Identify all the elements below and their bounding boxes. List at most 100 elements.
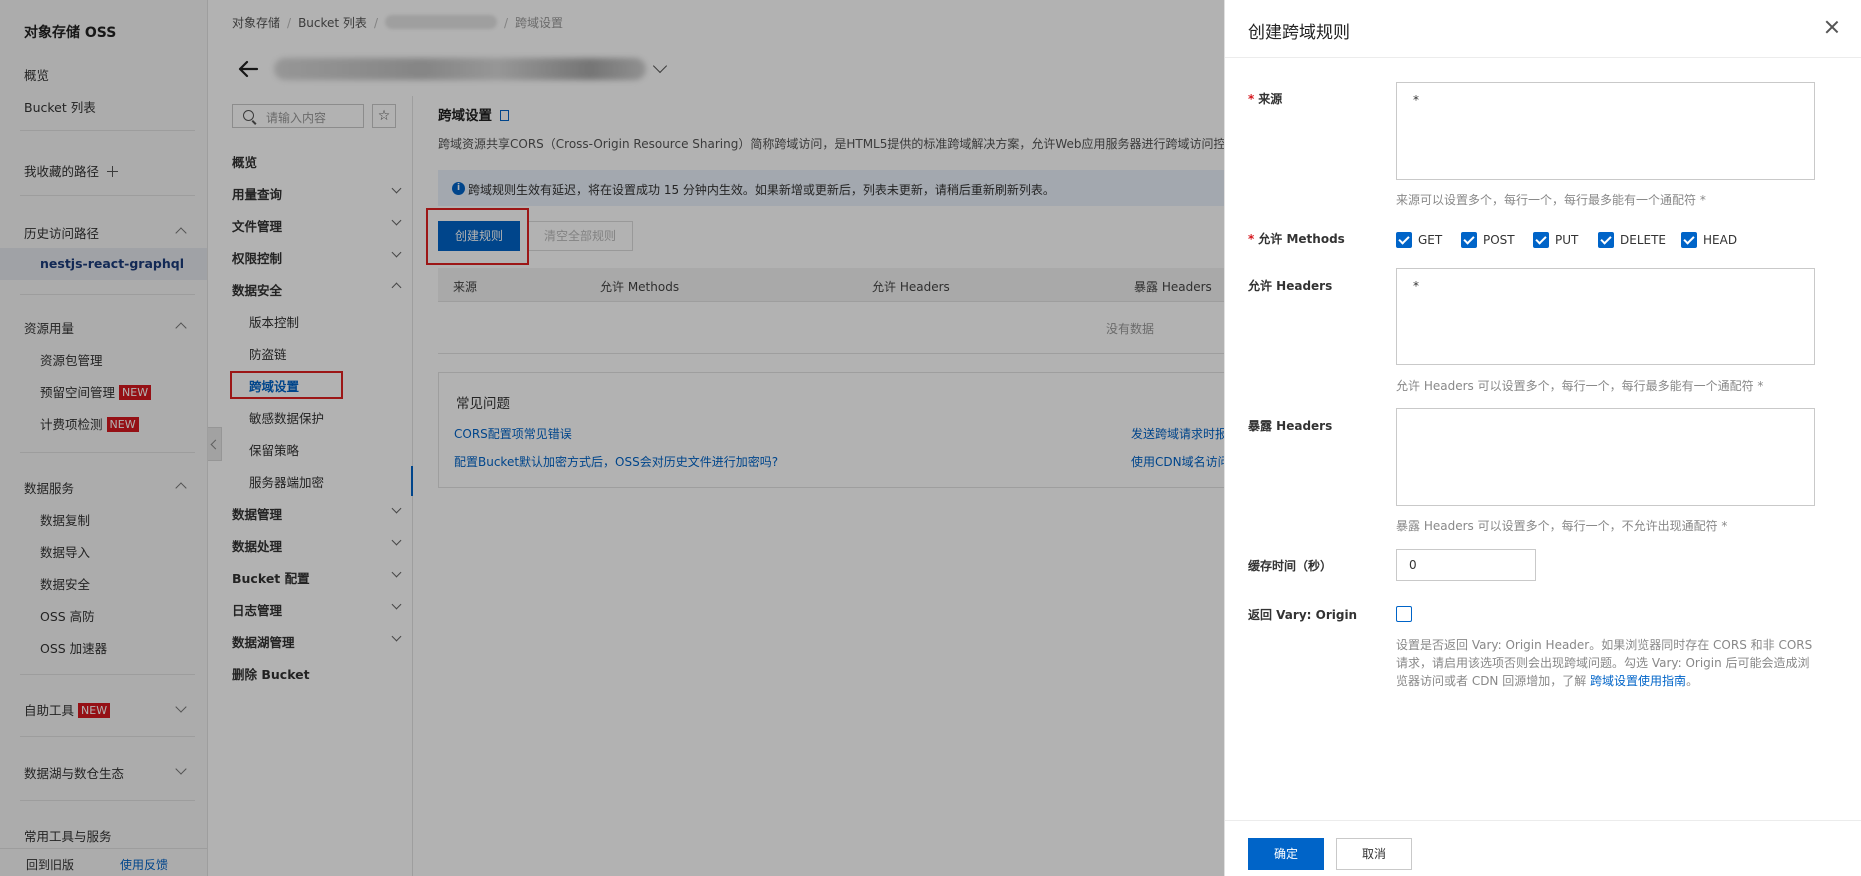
back-arrow-icon[interactable] [236,57,260,81]
nav-item-usage[interactable]: 用量查询 [232,184,282,203]
origin-label-text: 来源 [1258,92,1283,106]
expose-headers-textarea[interactable] [1396,408,1815,506]
checkbox-checked-icon[interactable] [1461,232,1477,248]
origin-textarea[interactable]: * [1396,82,1815,180]
billing-check-label: 计费项检测 [40,417,103,432]
breadcrumb-root[interactable]: 对象存储 [232,16,280,30]
chevron-down-icon[interactable] [391,503,402,514]
divider [20,130,195,131]
nav-sub-versioning[interactable]: 版本控制 [249,312,299,331]
divider [438,353,1228,354]
nav-item-datalake[interactable]: 数据湖管理 [232,632,295,651]
sidebar-section-datalake[interactable]: 数据湖与数仓生态 [24,763,124,782]
collapse-sidebar-handle[interactable] [208,427,222,461]
chevron-up-icon[interactable] [175,227,187,239]
nav-sub-sensitive-data[interactable]: 敏感数据保护 [249,408,324,427]
chevron-down-icon[interactable] [391,247,402,258]
chevron-up-icon[interactable] [175,482,187,494]
method-checkbox-put[interactable]: PUT [1533,232,1578,248]
sidebar-item-overview[interactable]: 概览 [24,65,49,84]
method-label: PUT [1555,233,1579,247]
sidebar-item-bucket-list[interactable]: Bucket 列表 [24,97,96,116]
chevron-down-icon[interactable] [391,183,402,194]
sidebar-item-data-import[interactable]: 数据导入 [40,542,90,561]
faq-link[interactable]: 使用CDN域名访问 [1131,453,1230,470]
chevron-down-icon[interactable] [391,631,402,642]
chevron-down-icon[interactable] [175,701,187,713]
chevron-down-icon[interactable] [391,535,402,546]
vary-origin-label: 返回 Vary: Origin [1248,608,1358,622]
confirm-button[interactable]: 确定 [1248,838,1324,870]
plus-icon[interactable] [107,166,119,177]
clear-all-rules-button[interactable]: 清空全部规则 [527,221,633,251]
chevron-down-icon[interactable] [391,567,402,578]
method-checkbox-delete[interactable]: DELETE [1598,232,1666,248]
chevron-down-icon[interactable] [391,599,402,610]
sidebar-section-common-tools[interactable]: 常用工具与服务 [24,826,112,845]
sidebar-item-oss-ddos[interactable]: OSS 高防 [40,606,95,625]
method-checkbox-get[interactable]: GET [1396,232,1442,248]
nav-item-data-management[interactable]: 数据管理 [232,504,282,523]
close-icon[interactable] [1825,20,1839,34]
nav-item-data-processing[interactable]: 数据处理 [232,536,282,555]
checkbox-checked-icon[interactable] [1396,232,1412,248]
cache-time-input[interactable]: 0 [1396,549,1536,581]
chevron-up-icon[interactable] [175,322,187,334]
faq-link[interactable]: CORS配置项常见错误 [454,425,572,442]
sidebar-item-billing-check[interactable]: 计费项检测 NEW [40,414,139,433]
nav-item-overview[interactable]: 概览 [232,152,257,171]
methods-label: * 允许 Methods [1248,230,1345,247]
breadcrumb-separator: / [373,16,378,30]
sidebar-item-reserved-space[interactable]: 预留空间管理 NEW [40,382,152,401]
self-tools-label: 自助工具 [24,703,75,718]
method-checkbox-head[interactable]: HEAD [1681,232,1737,248]
nav-sub-encryption[interactable]: 服务器端加密 [249,472,324,491]
info-icon: i [452,182,465,195]
nav-search-input[interactable]: 请输入内容 [232,104,364,128]
expose-headers-label: 暴露 Headers [1248,419,1333,433]
sidebar-item-data-security[interactable]: 数据安全 [40,574,90,593]
faq-link[interactable]: 发送跨域请求时报 [1131,425,1227,442]
nav-item-data-security[interactable]: 数据安全 [232,280,282,299]
sidebar-item-data-replication[interactable]: 数据复制 [40,510,90,529]
chevron-down-icon[interactable] [175,763,187,775]
sidebar-section-history[interactable]: 历史访问路径 [24,223,99,242]
cancel-button[interactable]: 取消 [1336,838,1412,870]
cors-guide-link[interactable]: 跨域设置使用指南 [1590,674,1686,688]
sidebar-item-history-bucket[interactable]: nestjs-react-graphql [40,256,184,271]
sidebar-item-resource-pack[interactable]: 资源包管理 [40,350,103,369]
sidebar-item-favorites[interactable]: 我收藏的路径 [24,161,119,180]
divider [20,195,195,196]
sidebar-section-self-tools[interactable]: 自助工具 NEW [24,700,111,719]
breadcrumb-bucket-list[interactable]: Bucket 列表 [298,16,367,30]
nav-item-bucket-config[interactable]: Bucket 配置 [232,568,310,587]
faq-link[interactable]: 配置Bucket默认加密方式后，OSS会对历史文件进行加密吗? [454,453,778,470]
chevron-up-icon[interactable] [391,282,402,293]
nav-item-access-control[interactable]: 权限控制 [232,248,282,267]
nav-item-file-management[interactable]: 文件管理 [232,216,282,235]
method-label: GET [1418,233,1443,247]
search-placeholder: 请输入内容 [266,111,327,125]
allow-headers-label: 允许 Headers [1248,279,1333,293]
checkbox-checked-icon[interactable] [1598,232,1614,248]
method-checkbox-post[interactable]: POST [1461,232,1515,248]
sidebar-item-oss-accelerator[interactable]: OSS 加速器 [40,638,107,657]
nav-item-log-management[interactable]: 日志管理 [232,600,282,619]
section-description: 跨域资源共享CORS（Cross-Origin Resource Sharing… [438,137,1250,151]
back-to-old-link[interactable]: 回到旧版 [26,856,74,873]
checkbox-checked-icon[interactable] [1681,232,1697,248]
favorite-star-button[interactable]: ☆ [372,104,396,128]
allow-headers-textarea[interactable]: * [1396,268,1815,365]
document-icon[interactable] [500,110,509,121]
divider [20,800,195,801]
sidebar-section-resource-usage[interactable]: 资源用量 [24,318,74,337]
sidebar-section-data-services[interactable]: 数据服务 [24,478,74,497]
column-header: 允许 Headers [872,280,950,294]
checkbox-checked-icon[interactable] [1533,232,1549,248]
feedback-link[interactable]: 使用反馈 [120,856,168,873]
nav-sub-retention[interactable]: 保留策略 [249,440,299,459]
chevron-down-icon[interactable] [391,215,402,226]
nav-sub-hotlink-protection[interactable]: 防盗链 [249,344,287,363]
vary-origin-checkbox[interactable] [1396,606,1412,622]
nav-item-delete-bucket[interactable]: 删除 Bucket [232,664,310,683]
